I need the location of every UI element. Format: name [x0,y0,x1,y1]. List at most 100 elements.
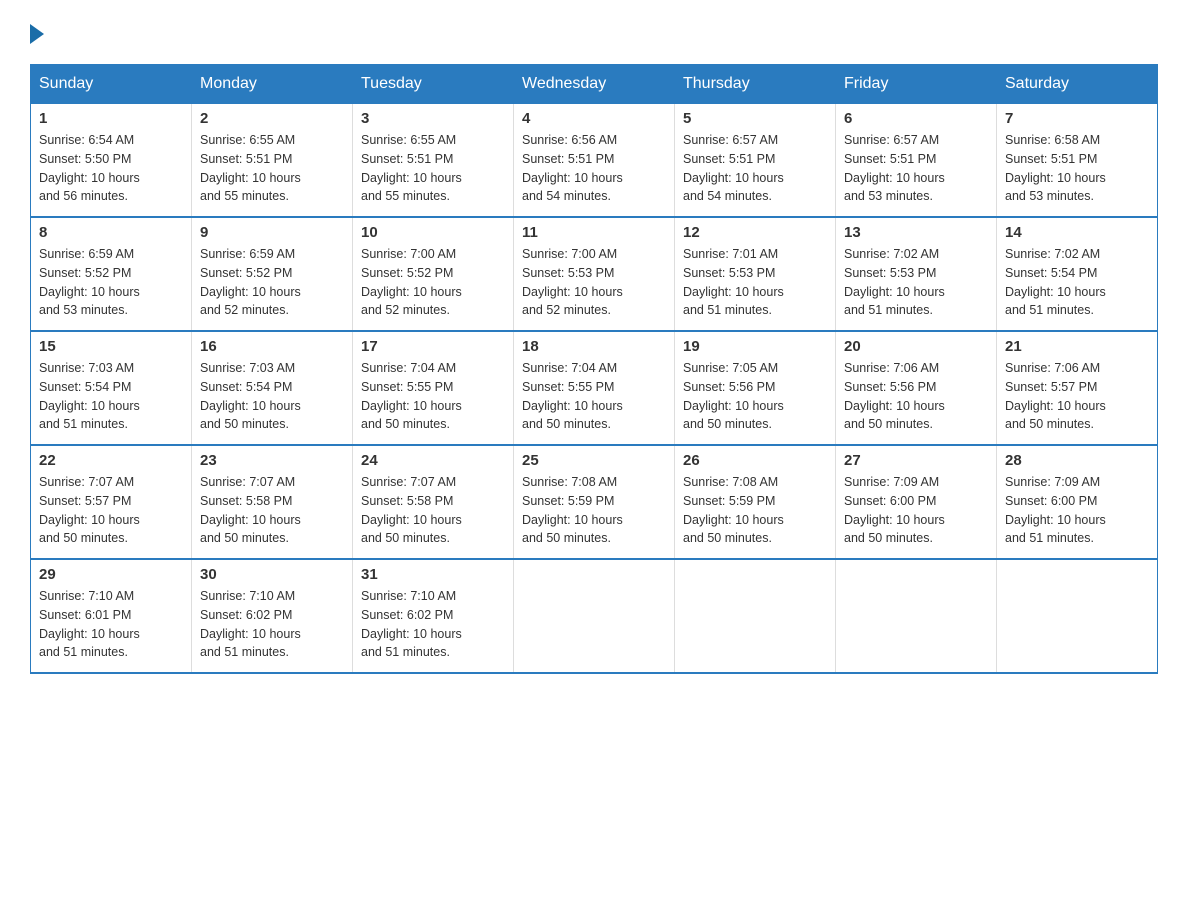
column-header-sunday: Sunday [31,65,192,104]
calendar-cell [836,559,997,673]
calendar-week-row: 15 Sunrise: 7:03 AMSunset: 5:54 PMDaylig… [31,331,1158,445]
calendar-week-row: 8 Sunrise: 6:59 AMSunset: 5:52 PMDayligh… [31,217,1158,331]
column-header-saturday: Saturday [997,65,1158,104]
calendar-cell: 8 Sunrise: 6:59 AMSunset: 5:52 PMDayligh… [31,217,192,331]
column-header-monday: Monday [192,65,353,104]
calendar-cell: 14 Sunrise: 7:02 AMSunset: 5:54 PMDaylig… [997,217,1158,331]
calendar-table: SundayMondayTuesdayWednesdayThursdayFrid… [30,64,1158,674]
day-number: 28 [1005,452,1149,469]
day-info: Sunrise: 7:10 AMSunset: 6:01 PMDaylight:… [39,587,183,662]
calendar-cell: 6 Sunrise: 6:57 AMSunset: 5:51 PMDayligh… [836,104,997,218]
day-number: 1 [39,110,183,127]
calendar-cell [514,559,675,673]
day-info: Sunrise: 7:07 AMSunset: 5:57 PMDaylight:… [39,473,183,548]
page-header [30,20,1158,44]
logo [30,20,44,44]
calendar-cell: 22 Sunrise: 7:07 AMSunset: 5:57 PMDaylig… [31,445,192,559]
column-header-friday: Friday [836,65,997,104]
calendar-cell: 2 Sunrise: 6:55 AMSunset: 5:51 PMDayligh… [192,104,353,218]
calendar-cell: 31 Sunrise: 7:10 AMSunset: 6:02 PMDaylig… [353,559,514,673]
day-info: Sunrise: 6:55 AMSunset: 5:51 PMDaylight:… [361,131,505,206]
calendar-cell: 3 Sunrise: 6:55 AMSunset: 5:51 PMDayligh… [353,104,514,218]
day-number: 17 [361,338,505,355]
calendar-cell: 23 Sunrise: 7:07 AMSunset: 5:58 PMDaylig… [192,445,353,559]
calendar-cell: 25 Sunrise: 7:08 AMSunset: 5:59 PMDaylig… [514,445,675,559]
day-info: Sunrise: 6:57 AMSunset: 5:51 PMDaylight:… [844,131,988,206]
day-number: 31 [361,566,505,583]
day-number: 22 [39,452,183,469]
day-info: Sunrise: 6:56 AMSunset: 5:51 PMDaylight:… [522,131,666,206]
calendar-cell: 16 Sunrise: 7:03 AMSunset: 5:54 PMDaylig… [192,331,353,445]
calendar-cell: 27 Sunrise: 7:09 AMSunset: 6:00 PMDaylig… [836,445,997,559]
day-number: 26 [683,452,827,469]
column-header-tuesday: Tuesday [353,65,514,104]
calendar-cell [997,559,1158,673]
day-info: Sunrise: 7:06 AMSunset: 5:56 PMDaylight:… [844,359,988,434]
day-number: 14 [1005,224,1149,241]
day-info: Sunrise: 7:10 AMSunset: 6:02 PMDaylight:… [361,587,505,662]
calendar-cell [675,559,836,673]
calendar-cell: 4 Sunrise: 6:56 AMSunset: 5:51 PMDayligh… [514,104,675,218]
day-info: Sunrise: 7:00 AMSunset: 5:53 PMDaylight:… [522,245,666,320]
day-info: Sunrise: 7:09 AMSunset: 6:00 PMDaylight:… [844,473,988,548]
day-number: 21 [1005,338,1149,355]
day-number: 20 [844,338,988,355]
calendar-cell: 26 Sunrise: 7:08 AMSunset: 5:59 PMDaylig… [675,445,836,559]
calendar-cell: 15 Sunrise: 7:03 AMSunset: 5:54 PMDaylig… [31,331,192,445]
day-number: 6 [844,110,988,127]
day-number: 19 [683,338,827,355]
calendar-cell: 9 Sunrise: 6:59 AMSunset: 5:52 PMDayligh… [192,217,353,331]
calendar-header-row: SundayMondayTuesdayWednesdayThursdayFrid… [31,65,1158,104]
day-number: 29 [39,566,183,583]
day-number: 8 [39,224,183,241]
day-info: Sunrise: 7:08 AMSunset: 5:59 PMDaylight:… [522,473,666,548]
day-info: Sunrise: 6:59 AMSunset: 5:52 PMDaylight:… [39,245,183,320]
day-info: Sunrise: 7:02 AMSunset: 5:54 PMDaylight:… [1005,245,1149,320]
calendar-cell: 30 Sunrise: 7:10 AMSunset: 6:02 PMDaylig… [192,559,353,673]
day-number: 24 [361,452,505,469]
calendar-cell: 7 Sunrise: 6:58 AMSunset: 5:51 PMDayligh… [997,104,1158,218]
day-info: Sunrise: 7:01 AMSunset: 5:53 PMDaylight:… [683,245,827,320]
calendar-cell: 10 Sunrise: 7:00 AMSunset: 5:52 PMDaylig… [353,217,514,331]
day-info: Sunrise: 7:07 AMSunset: 5:58 PMDaylight:… [361,473,505,548]
day-number: 2 [200,110,344,127]
day-info: Sunrise: 7:10 AMSunset: 6:02 PMDaylight:… [200,587,344,662]
day-number: 3 [361,110,505,127]
day-number: 18 [522,338,666,355]
day-info: Sunrise: 6:57 AMSunset: 5:51 PMDaylight:… [683,131,827,206]
calendar-cell: 19 Sunrise: 7:05 AMSunset: 5:56 PMDaylig… [675,331,836,445]
day-number: 25 [522,452,666,469]
day-info: Sunrise: 7:08 AMSunset: 5:59 PMDaylight:… [683,473,827,548]
day-number: 15 [39,338,183,355]
calendar-week-row: 29 Sunrise: 7:10 AMSunset: 6:01 PMDaylig… [31,559,1158,673]
day-info: Sunrise: 7:00 AMSunset: 5:52 PMDaylight:… [361,245,505,320]
day-number: 16 [200,338,344,355]
calendar-cell: 12 Sunrise: 7:01 AMSunset: 5:53 PMDaylig… [675,217,836,331]
day-info: Sunrise: 7:03 AMSunset: 5:54 PMDaylight:… [39,359,183,434]
calendar-cell: 29 Sunrise: 7:10 AMSunset: 6:01 PMDaylig… [31,559,192,673]
day-info: Sunrise: 7:09 AMSunset: 6:00 PMDaylight:… [1005,473,1149,548]
calendar-cell: 11 Sunrise: 7:00 AMSunset: 5:53 PMDaylig… [514,217,675,331]
day-number: 10 [361,224,505,241]
day-info: Sunrise: 6:59 AMSunset: 5:52 PMDaylight:… [200,245,344,320]
calendar-cell: 13 Sunrise: 7:02 AMSunset: 5:53 PMDaylig… [836,217,997,331]
day-number: 4 [522,110,666,127]
calendar-cell: 1 Sunrise: 6:54 AMSunset: 5:50 PMDayligh… [31,104,192,218]
day-info: Sunrise: 7:04 AMSunset: 5:55 PMDaylight:… [361,359,505,434]
calendar-week-row: 22 Sunrise: 7:07 AMSunset: 5:57 PMDaylig… [31,445,1158,559]
calendar-cell: 21 Sunrise: 7:06 AMSunset: 5:57 PMDaylig… [997,331,1158,445]
day-number: 12 [683,224,827,241]
column-header-wednesday: Wednesday [514,65,675,104]
day-number: 11 [522,224,666,241]
day-info: Sunrise: 7:04 AMSunset: 5:55 PMDaylight:… [522,359,666,434]
day-info: Sunrise: 7:06 AMSunset: 5:57 PMDaylight:… [1005,359,1149,434]
day-number: 23 [200,452,344,469]
day-info: Sunrise: 6:55 AMSunset: 5:51 PMDaylight:… [200,131,344,206]
day-info: Sunrise: 7:03 AMSunset: 5:54 PMDaylight:… [200,359,344,434]
day-number: 13 [844,224,988,241]
calendar-cell: 5 Sunrise: 6:57 AMSunset: 5:51 PMDayligh… [675,104,836,218]
column-header-thursday: Thursday [675,65,836,104]
day-info: Sunrise: 6:54 AMSunset: 5:50 PMDaylight:… [39,131,183,206]
day-number: 7 [1005,110,1149,127]
day-number: 30 [200,566,344,583]
